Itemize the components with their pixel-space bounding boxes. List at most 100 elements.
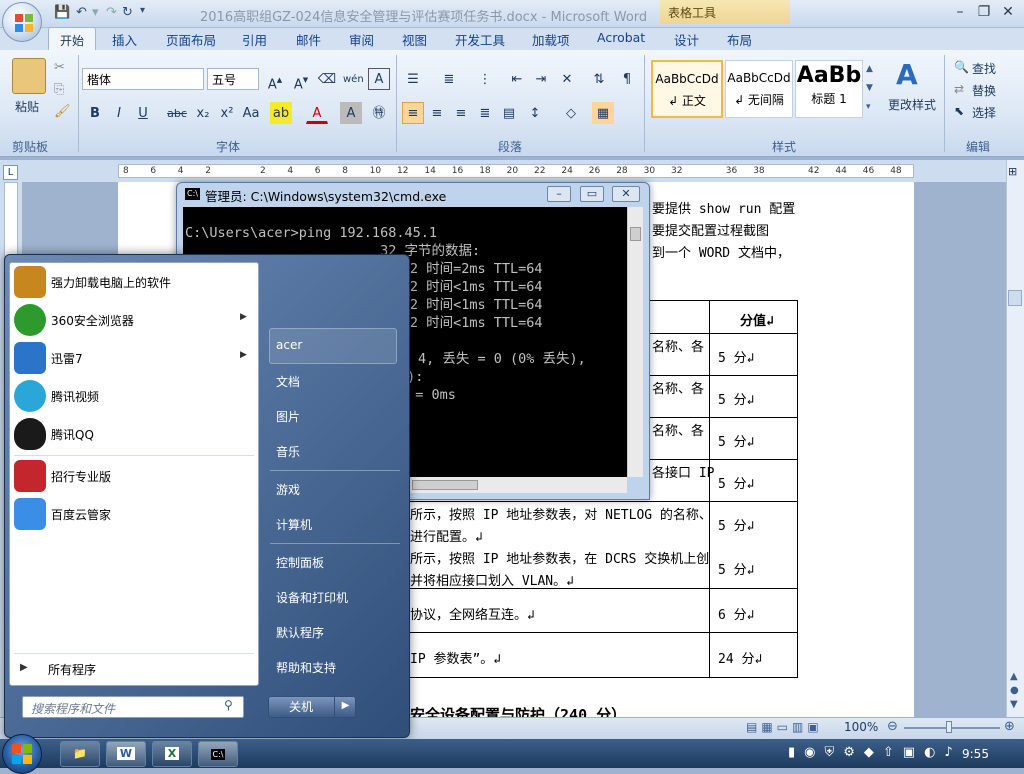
explorer-taskbar-icon[interactable]: 📁 [60, 741, 100, 767]
view-ruler-icon[interactable]: ⊞ [1008, 165, 1017, 178]
phonetic-guide-icon[interactable]: wén [342, 68, 364, 90]
increase-indent-icon[interactable]: ⇥ [530, 68, 552, 90]
find-icon[interactable]: 🔍 [954, 60, 969, 74]
tab-home[interactable]: 开始 [48, 27, 96, 51]
char-shading-icon[interactable]: A [340, 102, 362, 124]
style-normal[interactable]: AaBbCcDd ↲ 正文 [651, 60, 723, 118]
numbering-icon[interactable]: ≣ [438, 68, 460, 90]
start-right-item[interactable]: 计算机 [276, 516, 312, 533]
copy-icon[interactable]: ⎘ [54, 82, 64, 97]
tab-developer[interactable]: 开发工具 [455, 30, 505, 49]
close-icon[interactable]: ✕ [998, 4, 1018, 20]
tab-selector-icon[interactable]: L [3, 165, 18, 180]
start-right-item[interactable]: acer [276, 338, 302, 352]
program-item[interactable]: 腾讯视频 [14, 378, 254, 414]
cmd-vertical-scrollbar[interactable] [627, 207, 643, 477]
borders-icon[interactable]: ▦ [592, 102, 614, 124]
redo-icon[interactable]: ↷ [106, 5, 117, 20]
start-button[interactable] [2, 734, 42, 774]
zoom-slider-thumb[interactable] [946, 721, 952, 733]
tab-mailings[interactable]: 邮件 [296, 30, 321, 49]
save-icon[interactable]: 💾 [54, 5, 70, 20]
zoom-in-icon[interactable]: ⊕ [1004, 719, 1015, 734]
tab-review[interactable]: 审阅 [349, 30, 374, 49]
bullets-icon[interactable]: ☰ [402, 68, 424, 90]
show-marks-icon[interactable]: ¶ [616, 68, 638, 90]
justify-icon[interactable]: ≣ [474, 102, 496, 124]
line-spacing-icon[interactable]: ↕ [524, 102, 546, 124]
cut-icon[interactable]: ✂ [54, 60, 65, 75]
program-item[interactable]: 百度云管家 [14, 496, 254, 532]
tab-insert[interactable]: 插入 [112, 30, 137, 49]
multilevel-list-icon[interactable]: ⋮ [474, 68, 496, 90]
enclose-char-icon[interactable]: ㊕ [368, 102, 390, 124]
grow-font-icon[interactable]: A▴ [264, 68, 286, 92]
vertical-scrollbar[interactable] [1006, 160, 1024, 717]
start-right-item[interactable]: 音乐 [276, 443, 300, 460]
style-heading-1[interactable]: AaBb 标题 1 [795, 60, 863, 118]
distributed-icon[interactable]: ▤ [498, 102, 520, 124]
underline-icon[interactable]: U [132, 102, 154, 124]
tab-add-ins[interactable]: 加载项 [532, 30, 570, 49]
tab-design[interactable]: 设计 [674, 30, 699, 49]
zoom-level[interactable]: 100% [844, 720, 878, 734]
font-name-select[interactable]: 楷体 [82, 68, 204, 90]
align-center-icon[interactable]: ≡ [426, 102, 448, 124]
all-programs[interactable]: 所有程序 [48, 661, 96, 678]
minimize-icon[interactable]: – [950, 4, 970, 20]
repeat-icon[interactable]: ↻ [122, 5, 133, 20]
clear-format-icon[interactable]: ⌫ [316, 68, 338, 90]
align-right-icon[interactable]: ≡ [450, 102, 472, 124]
format-painter-icon[interactable]: 🖌 [54, 104, 71, 119]
start-search-input[interactable]: 搜索程序和文件 [22, 696, 244, 718]
font-size-select[interactable]: 五号 [207, 68, 259, 90]
subscript-icon[interactable]: x₂ [192, 102, 214, 124]
tray-icons[interactable]: ▮◉⛨⚙◆⇧▣◐♪ [788, 745, 962, 760]
font-color-icon[interactable]: A [306, 102, 328, 124]
find-button[interactable]: 查找 [972, 60, 996, 77]
program-item[interactable]: 招行专业版 [14, 458, 254, 494]
paste-icon[interactable] [12, 58, 46, 94]
cmd-hscroll-thumb[interactable] [412, 480, 478, 490]
highlight-icon[interactable]: ab [270, 102, 292, 124]
change-styles-button[interactable]: 更改样式 [888, 96, 936, 113]
asian-layout-icon[interactable]: ✕ [556, 68, 578, 90]
start-right-item[interactable]: 图片 [276, 408, 300, 425]
clock[interactable]: 9:55 [962, 747, 989, 761]
style-no-spacing[interactable]: AaBbCcDd ↲ 无间隔 [725, 60, 793, 118]
strikethrough-icon[interactable]: abc [166, 102, 188, 124]
zoom-slider[interactable] [904, 727, 1000, 729]
horizontal-ruler[interactable]: 8 6 4 2 2 4 6 8 10 12 14 16 18 20 22 24 26 28 30 32 36 38 42 44… [118, 164, 914, 178]
change-styles-icon[interactable]: A [896, 58, 918, 91]
change-case-icon[interactable]: Aa [240, 102, 262, 124]
char-border-icon[interactable]: A [368, 68, 390, 90]
program-item[interactable]: 腾讯QQ [14, 416, 254, 452]
shrink-font-icon[interactable]: A▾ [290, 68, 312, 92]
cmd-minimize-icon[interactable]: – [547, 186, 571, 202]
undo-icon[interactable]: ↶ [76, 5, 87, 20]
start-right-item[interactable]: 游戏 [276, 481, 300, 498]
vertical-ruler[interactable] [4, 182, 18, 262]
program-item[interactable]: 强力卸载电脑上的软件 [14, 264, 254, 300]
decrease-indent-icon[interactable]: ⇤ [506, 68, 528, 90]
select-icon[interactable]: ⬉ [954, 104, 964, 118]
program-item[interactable]: 迅雷7 ▶ [14, 340, 254, 376]
view-buttons-icon[interactable]: ▤▦▭▥▣ [746, 720, 823, 734]
start-right-item[interactable]: 文档 [276, 373, 300, 390]
cmd-horizontal-scrollbar[interactable] [410, 477, 627, 493]
start-right-item[interactable]: 默认程序 [276, 624, 324, 641]
styles-scroll-icon[interactable]: ▲ ▼ ▾ [866, 60, 873, 117]
shading-icon[interactable]: ◇ [560, 102, 582, 124]
tab-page-layout[interactable]: 页面布局 [166, 30, 216, 49]
start-right-item[interactable]: 控制面板 [276, 554, 324, 571]
tab-references[interactable]: 引用 [242, 30, 267, 49]
cmd-maximize-icon[interactable]: ▭ [580, 186, 604, 202]
scrollbar-thumb[interactable] [1008, 290, 1022, 306]
cmd-taskbar-icon[interactable]: C:\ [198, 741, 238, 767]
restore-icon[interactable]: ❐ [974, 4, 994, 20]
sort-icon[interactable]: ⇅ [588, 68, 610, 90]
italic-icon[interactable]: I [108, 102, 130, 124]
excel-taskbar-icon[interactable]: X [152, 741, 192, 767]
superscript-icon[interactable]: x² [216, 102, 238, 124]
align-left-icon[interactable]: ≡ [402, 102, 424, 124]
